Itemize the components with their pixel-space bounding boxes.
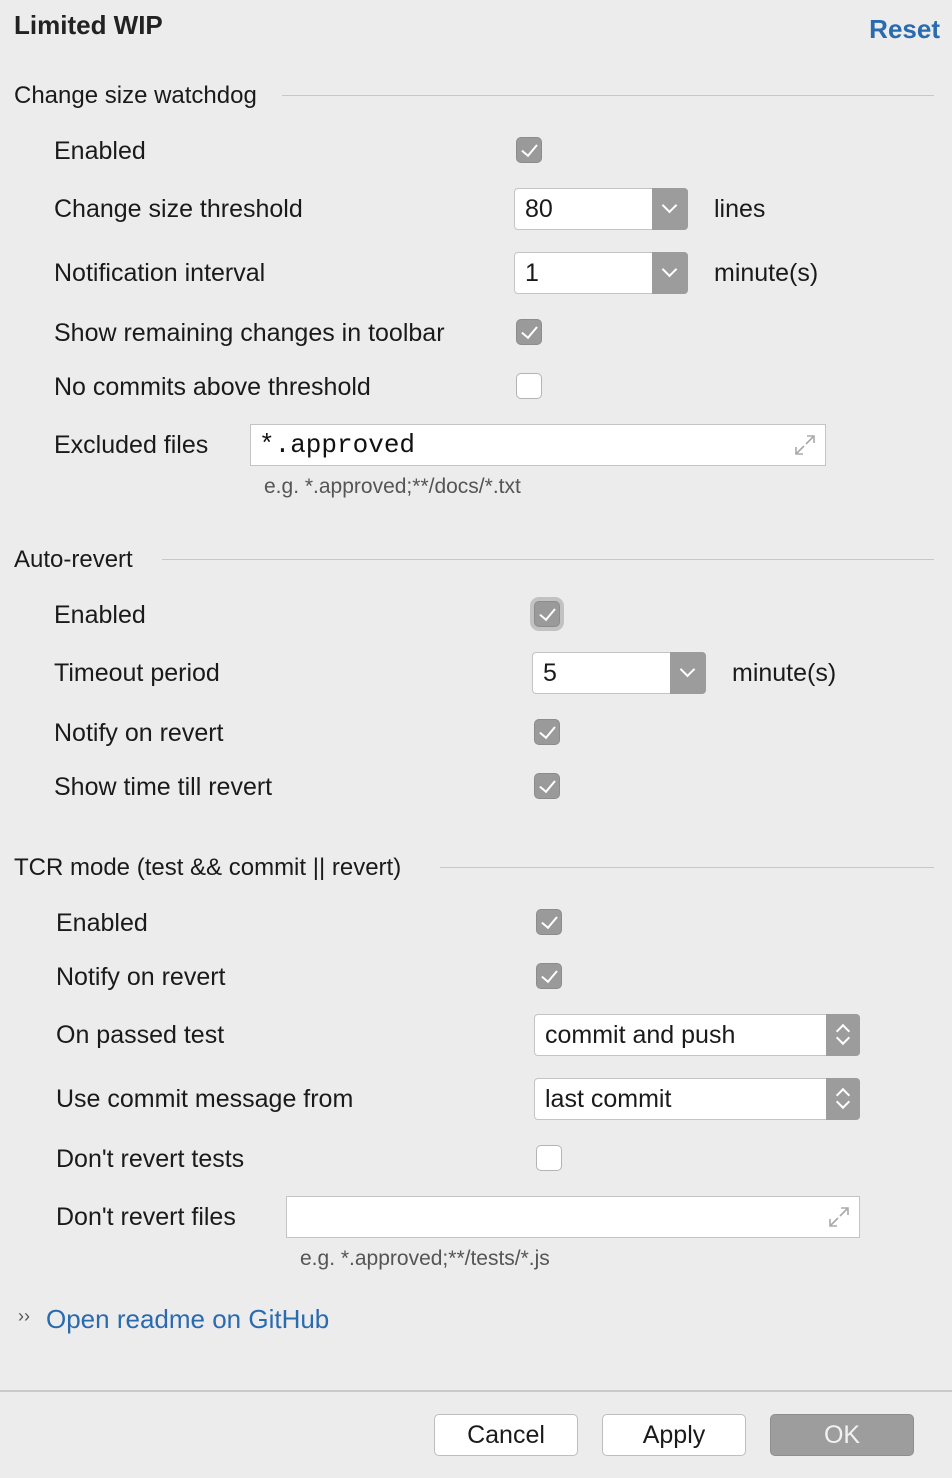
no-commits-checkbox[interactable]	[516, 373, 542, 399]
timeout-unit: minute(s)	[732, 659, 837, 687]
chevron-down-icon[interactable]	[670, 652, 706, 694]
reset-link[interactable]: Reset	[869, 14, 940, 45]
ok-button[interactable]: OK	[770, 1414, 914, 1456]
autorevert-enabled-label: Enabled	[54, 601, 146, 629]
excluded-files-hint: e.g. *.approved;**/docs/*.txt	[264, 475, 521, 498]
tcr-section-title: TCR mode (test && commit || revert)	[14, 854, 402, 881]
show-remaining-label: Show remaining changes in toolbar	[54, 319, 445, 347]
chevron-down-icon[interactable]	[652, 188, 688, 230]
expand-icon[interactable]	[827, 1205, 851, 1229]
dont-revert-files-input[interactable]	[286, 1196, 860, 1238]
threshold-value: 80	[525, 195, 553, 223]
open-readme-link[interactable]: Open readme on GitHub	[46, 1304, 329, 1335]
excluded-files-label: Excluded files	[54, 431, 209, 459]
threshold-unit: lines	[714, 195, 766, 223]
commit-message-label: Use commit message from	[56, 1085, 354, 1113]
expand-icon[interactable]	[793, 433, 817, 457]
show-time-label: Show time till revert	[54, 773, 273, 801]
threshold-label: Change size threshold	[54, 195, 303, 223]
watchdog-section-title: Change size watchdog	[14, 82, 257, 109]
footer-divider	[0, 1390, 952, 1392]
excluded-files-input[interactable]: *.approved	[250, 424, 826, 466]
interval-combo[interactable]: 1	[514, 252, 688, 294]
autorevert-section-title: Auto-revert	[14, 546, 133, 573]
apply-button[interactable]: Apply	[602, 1414, 746, 1456]
section-divider	[440, 867, 934, 868]
section-divider	[162, 559, 934, 560]
no-commits-label: No commits above threshold	[54, 373, 371, 401]
dont-revert-tests-checkbox[interactable]	[536, 1145, 562, 1171]
threshold-combo[interactable]: 80	[514, 188, 688, 230]
section-divider	[282, 95, 934, 96]
up-down-arrows-icon[interactable]	[826, 1014, 860, 1056]
cancel-button[interactable]: Cancel	[434, 1414, 578, 1456]
interval-value: 1	[525, 259, 539, 287]
tcr-enabled-checkbox[interactable]	[536, 909, 562, 935]
timeout-value: 5	[543, 659, 557, 687]
interval-label: Notification interval	[54, 259, 266, 287]
on-passed-value: commit and push	[545, 1021, 736, 1049]
tcr-notify-label: Notify on revert	[56, 963, 226, 991]
interval-unit: minute(s)	[714, 259, 819, 287]
autorevert-notify-checkbox[interactable]	[534, 719, 560, 745]
dont-revert-files-label: Don't revert files	[56, 1203, 236, 1231]
tcr-enabled-label: Enabled	[56, 909, 148, 937]
commit-message-select[interactable]: last commit	[534, 1078, 860, 1120]
timeout-combo[interactable]: 5	[532, 652, 706, 694]
dialog-title: Limited WIP	[14, 10, 163, 40]
excluded-files-value: *.approved	[259, 430, 416, 460]
dont-revert-files-hint: e.g. *.approved;**/tests/*.js	[300, 1247, 550, 1270]
up-down-arrows-icon[interactable]	[826, 1078, 860, 1120]
commit-message-value: last commit	[545, 1085, 672, 1113]
chevron-down-icon[interactable]	[652, 252, 688, 294]
timeout-label: Timeout period	[54, 659, 220, 687]
tcr-notify-checkbox[interactable]	[536, 963, 562, 989]
watchdog-enabled-label: Enabled	[54, 137, 146, 165]
on-passed-label: On passed test	[56, 1021, 225, 1049]
show-remaining-checkbox[interactable]	[516, 319, 542, 345]
on-passed-select[interactable]: commit and push	[534, 1014, 860, 1056]
show-time-checkbox[interactable]	[534, 773, 560, 799]
watchdog-enabled-checkbox[interactable]	[516, 137, 542, 163]
double-chevron-right-icon: ››	[18, 1306, 30, 1326]
dont-revert-tests-label: Don't revert tests	[56, 1145, 245, 1173]
autorevert-enabled-checkbox[interactable]	[534, 601, 560, 627]
autorevert-notify-label: Notify on revert	[54, 719, 224, 747]
